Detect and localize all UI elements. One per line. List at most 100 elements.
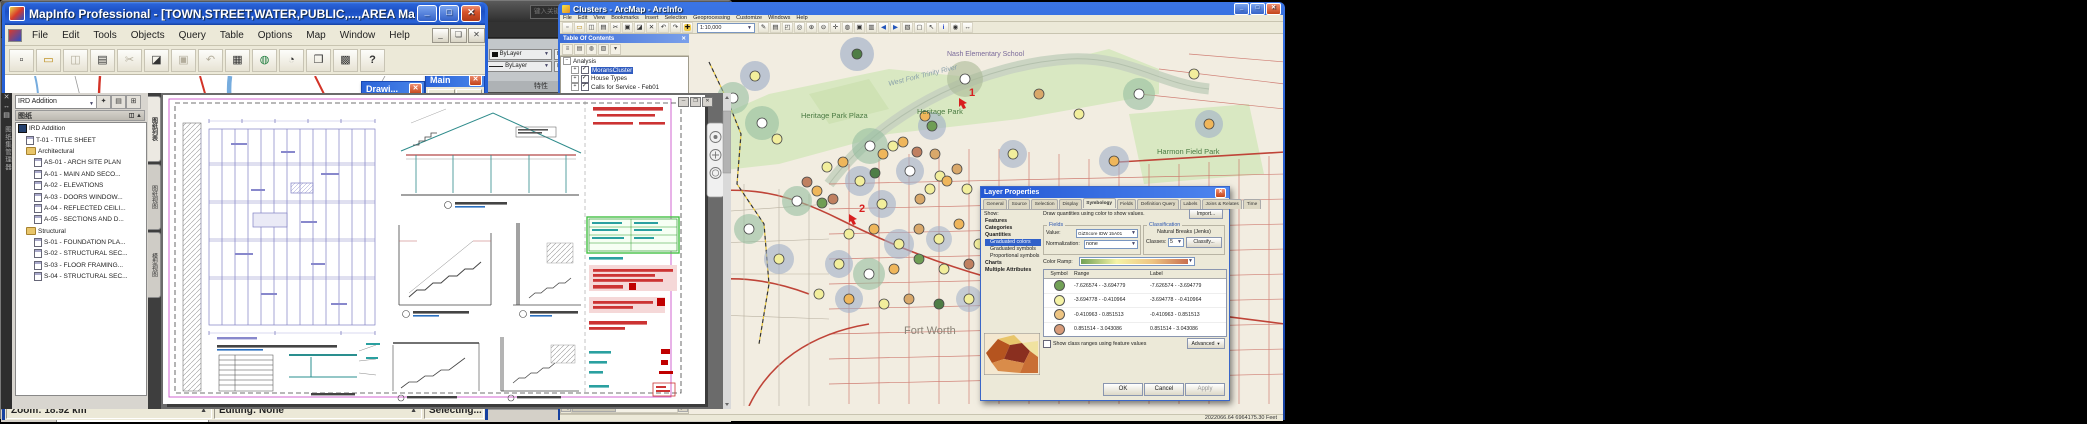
dialog-tab[interactable]: General: [983, 199, 1007, 209]
mapinfo-close-button[interactable]: ✕: [461, 5, 481, 22]
panel-close-icon[interactable]: ✕: [4, 93, 10, 102]
show-tree-item[interactable]: Graduated colors: [985, 239, 1041, 246]
sheet-row[interactable]: A-01 - MAIN AND SECO...: [16, 169, 146, 180]
expander-icon[interactable]: [571, 66, 579, 74]
visibility-checkbox[interactable]: [581, 66, 589, 74]
show-tree-item[interactable]: Categories: [985, 225, 1041, 232]
menu-item[interactable]: Customize: [733, 15, 765, 21]
toc-tool-button[interactable]: [610, 44, 621, 55]
sheet-row[interactable]: T-01 - TITLE SHEET: [16, 134, 146, 145]
sheet-row[interactable]: S-02 - STRUCTURAL SEC...: [16, 248, 146, 259]
toolbar-button[interactable]: [962, 22, 973, 33]
side-tab[interactable]: 图纸列表: [148, 96, 161, 162]
class-row[interactable]: -3.694778 - -0.410964 -3.694778 - -0.410…: [1044, 294, 1226, 309]
mapinfo-minimize-button[interactable]: _: [417, 5, 437, 22]
toolbar-button[interactable]: [866, 22, 877, 33]
publish-button[interactable]: ▤: [111, 95, 126, 109]
canvas-scrollbar[interactable]: [723, 93, 731, 409]
toolbar-button[interactable]: [9, 49, 34, 72]
color-ramp-combo[interactable]: ▼: [1079, 257, 1195, 266]
sheet-label[interactable]: S-03 - FLOOR FRAMING...: [44, 262, 123, 269]
sheets-section-header[interactable]: 图纸 ◫ ▲: [15, 110, 145, 121]
toolbar-button[interactable]: [806, 22, 817, 33]
classes-combo[interactable]: 5▼: [1168, 238, 1184, 247]
visibility-checkbox[interactable]: [581, 75, 589, 83]
value-combo[interactable]: GiZScore IDW 15A01▼: [1076, 229, 1138, 238]
mapinfo-titlebar[interactable]: MapInfo Professional - [TOWN,STREET,WATE…: [5, 2, 485, 25]
dialog-tab[interactable]: Time: [1243, 199, 1260, 209]
toolbar-button[interactable]: [63, 49, 88, 72]
toolbar-button[interactable]: [782, 22, 793, 33]
sheetset-combo[interactable]: IRD Addition ▼: [15, 95, 97, 109]
toolbar-button[interactable]: [360, 49, 385, 72]
toolbar-button[interactable]: [333, 49, 358, 72]
layer-label[interactable]: House Types: [591, 75, 627, 82]
sheet-label[interactable]: Architectural: [38, 148, 74, 155]
arcmap-titlebar[interactable]: Clusters - ArcMap - ArcInfo _ □ ✕: [560, 2, 1283, 15]
sheet-row[interactable]: A-02 - ELEVATIONS: [16, 180, 146, 191]
normalization-combo[interactable]: none▼: [1084, 240, 1138, 249]
toc-tool-button[interactable]: [598, 44, 609, 55]
dialog-tab[interactable]: Display: [1059, 199, 1082, 209]
doc-close-icon[interactable]: ✕: [702, 97, 713, 107]
sheet-row[interactable]: S-03 - FLOOR FRAMING...: [16, 260, 146, 271]
advanced-button[interactable]: Advanced▼: [1187, 338, 1225, 349]
arcmap-minimize-button[interactable]: _: [1234, 3, 1249, 15]
menu-item[interactable]: Help: [382, 30, 417, 41]
sheet-label[interactable]: A-01 - MAIN AND SECO...: [44, 171, 121, 178]
sheet-label[interactable]: A-02 - ELEVATIONS: [44, 182, 103, 189]
menu-item[interactable]: Map: [299, 30, 332, 41]
dialog-tab[interactable]: Fields: [1117, 199, 1137, 209]
layer-label[interactable]: Calls for Service - Feb01: [591, 84, 659, 91]
layer-label[interactable]: Analysis: [573, 58, 596, 65]
toolbar-button[interactable]: [279, 49, 304, 72]
toolbar-button[interactable]: [670, 22, 681, 33]
menu-item[interactable]: View: [590, 15, 608, 21]
ok-button[interactable]: OK: [1103, 383, 1143, 396]
show-tree-item[interactable]: Multiple Attributes: [985, 267, 1041, 274]
menu-item[interactable]: Objects: [124, 30, 172, 41]
arcmap-maximize-button[interactable]: □: [1250, 3, 1265, 15]
sheet-label[interactable]: AS-01 - ARCH SITE PLAN: [44, 159, 121, 166]
class-label[interactable]: 0.851514 - 3.043086: [1150, 326, 1226, 332]
main-toolbar-close-icon[interactable]: ✕: [469, 75, 482, 86]
import-button[interactable]: Import...: [1189, 209, 1223, 219]
toolbar-button[interactable]: [794, 22, 805, 33]
toolbar-button[interactable]: [252, 49, 277, 72]
sheet-label[interactable]: Structural: [38, 228, 66, 235]
toolbar-button[interactable]: [562, 22, 573, 33]
menu-item[interactable]: Insert: [642, 15, 662, 21]
sheet-row[interactable]: S-04 - STRUCTURAL SEC...: [16, 271, 146, 282]
mdi-minimize-button[interactable]: _: [432, 28, 449, 43]
menu-item[interactable]: Query: [172, 30, 213, 41]
menu-item[interactable]: Edit: [575, 15, 590, 21]
section-icons[interactable]: ◫ ▲: [129, 112, 142, 119]
menu-item[interactable]: File: [560, 15, 575, 21]
classify-button[interactable]: Classify...: [1186, 237, 1222, 248]
menu-item[interactable]: Window: [333, 30, 383, 41]
sheet-row[interactable]: A-05 - SECTIONS AND D...: [16, 214, 146, 225]
toolbar-button[interactable]: [36, 49, 61, 72]
toolbar-button[interactable]: [890, 22, 901, 33]
toolbar-button[interactable]: [144, 49, 169, 72]
color-combo[interactable]: ByLayer▼: [489, 49, 552, 60]
toolbar-button[interactable]: [586, 22, 597, 33]
dialog-close-icon[interactable]: ✕: [1215, 188, 1226, 198]
toolbar-button[interactable]: [830, 22, 841, 33]
doc-restore-icon[interactable]: ❐: [690, 97, 701, 107]
class-label[interactable]: -7.626574 - -3.694779: [1150, 283, 1226, 289]
scale-combo[interactable]: 1:10,000▼: [697, 23, 755, 33]
toolbar-button[interactable]: [682, 22, 693, 33]
panel-autohide-icon[interactable]: ↔: [3, 102, 10, 111]
toc-tool-button[interactable]: [562, 44, 573, 55]
show-tree-item[interactable]: Graduated symbols: [985, 246, 1041, 253]
toc-layer-row[interactable]: House Types: [561, 74, 688, 83]
show-tree-item[interactable]: Quantities: [985, 232, 1041, 239]
toolbar-button[interactable]: [818, 22, 829, 33]
class-row[interactable]: -7.626574 - -3.694779 -7.626574 - -3.694…: [1044, 279, 1226, 294]
sheet-label[interactable]: IRD Addition: [29, 125, 65, 132]
dialog-tab[interactable]: Definition Query: [1137, 199, 1178, 209]
expander-icon[interactable]: [571, 75, 579, 83]
class-symbol[interactable]: [1054, 295, 1065, 306]
details-button[interactable]: ⊞: [126, 95, 141, 109]
